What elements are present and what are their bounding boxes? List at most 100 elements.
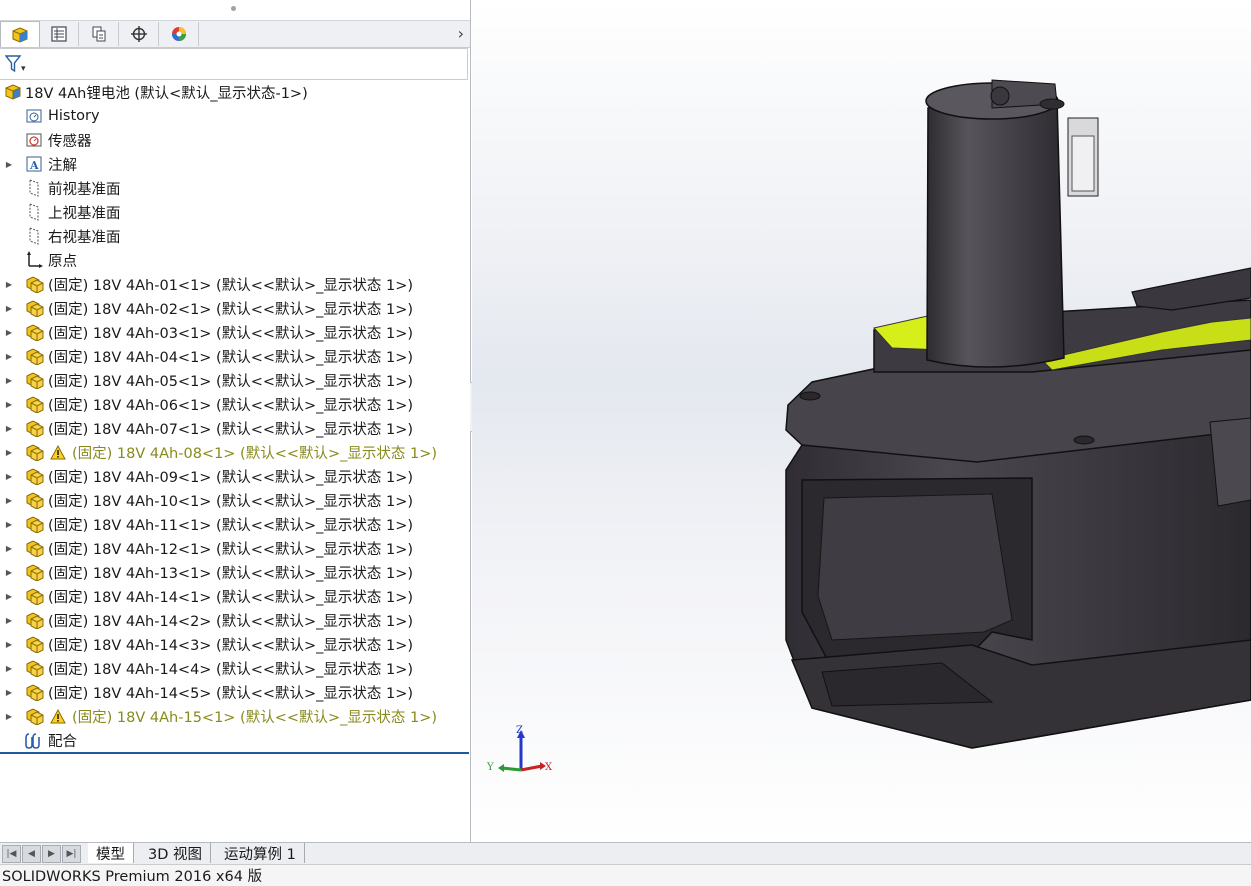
tree-item-label: (固定) 18V 4Ah-13<1> (默认<<默认>_显示状态 1>) — [48, 565, 414, 582]
sensor-icon — [24, 130, 44, 150]
tab-motion-study-1[interactable]: 运动算例 1 — [216, 843, 305, 863]
warning-icon — [48, 442, 68, 462]
last-tab-arrow-icon[interactable]: ▶| — [62, 845, 81, 863]
component-icon — [24, 322, 44, 342]
display-manager-tab[interactable] — [160, 22, 199, 46]
component-icon — [24, 706, 44, 726]
component-icon — [24, 298, 44, 318]
bottom-tab-strip: |◀ ◀ ▶ ▶| 模型 3D 视图 运动算例 1 — [0, 842, 1251, 864]
battery-3d-model[interactable] — [472, 0, 1251, 842]
triad-y-label: Y — [486, 762, 494, 773]
component-icon — [24, 634, 44, 654]
tree-item-label: 配合 — [48, 733, 77, 750]
tree-root-label: 18V 4Ah锂电池 (默认<默认_显示状态-1>) — [25, 85, 308, 102]
expand-arrow-icon[interactable]: ▶ — [5, 656, 13, 680]
expand-arrow-icon[interactable]: ▶ — [5, 296, 13, 320]
expand-arrow-icon[interactable]: ▶ — [5, 320, 13, 344]
tree-item-label: (固定) 18V 4Ah-02<1> (默认<<默认>_显示状态 1>) — [48, 301, 414, 318]
tree-item-label: (固定) 18V 4Ah-07<1> (默认<<默认>_显示状态 1>) — [48, 421, 414, 438]
tree-item-label: (固定) 18V 4Ah-08<1> (默认<<默认>_显示状态 1>) — [72, 445, 438, 462]
component-icon — [24, 418, 44, 438]
color-wheel-icon — [172, 27, 186, 41]
prev-tab-arrow-icon[interactable]: ◀ — [22, 845, 41, 863]
expand-arrow-icon[interactable]: ▶ — [5, 608, 13, 632]
tree-item-label: 注解 — [48, 157, 77, 174]
component-icon — [24, 442, 44, 462]
dimxpert-tab[interactable] — [120, 22, 159, 46]
expand-arrow-icon[interactable]: ▶ — [5, 344, 13, 368]
chevron-right-icon[interactable]: › — [458, 24, 464, 43]
tree-item-label: (固定) 18V 4Ah-14<1> (默认<<默认>_显示状态 1>) — [48, 589, 414, 606]
component-icon — [24, 514, 44, 534]
expand-arrow-icon[interactable]: ▶ — [5, 368, 13, 392]
expand-arrow-icon[interactable]: ▶ — [5, 464, 13, 488]
manager-tabs: › — [0, 20, 470, 48]
component-icon — [24, 658, 44, 678]
expand-arrow-icon[interactable]: ▶ — [5, 536, 13, 560]
tree-item-label: (固定) 18V 4Ah-11<1> (默认<<默认>_显示状态 1>) — [48, 517, 414, 534]
tree-item-label: (固定) 18V 4Ah-14<5> (默认<<默认>_显示状态 1>) — [48, 685, 414, 702]
tree-rollback-bar[interactable] — [0, 752, 469, 754]
crosshair-icon — [131, 26, 147, 42]
component-icon — [24, 370, 44, 390]
expand-arrow-icon[interactable]: ▶ — [5, 584, 13, 608]
status-bar: SOLIDWORKS Premium 2016 x64 版 — [0, 864, 1251, 886]
status-bar-text: SOLIDWORKS Premium 2016 x64 版 — [2, 869, 263, 885]
plane-icon — [24, 178, 44, 198]
tree-item-label: 原点 — [48, 253, 77, 270]
expand-arrow-icon[interactable]: ▶ — [5, 392, 13, 416]
tree-item-label: (固定) 18V 4Ah-06<1> (默认<<默认>_显示状态 1>) — [48, 397, 414, 414]
tree-item-label: (固定) 18V 4Ah-05<1> (默认<<默认>_显示状态 1>) — [48, 373, 414, 390]
tree-item-label: (固定) 18V 4Ah-14<3> (默认<<默认>_显示状态 1>) — [48, 637, 414, 654]
tab-model[interactable]: 模型 — [88, 843, 134, 863]
part-cube-icon — [12, 26, 28, 43]
graphics-viewport[interactable]: Z X Y — [472, 0, 1251, 842]
expand-arrow-icon[interactable]: ▶ — [5, 272, 13, 296]
expand-arrow-icon[interactable]: ▶ — [5, 704, 13, 728]
plane-icon — [24, 226, 44, 246]
mate-icon — [24, 730, 44, 750]
tab-3d-views[interactable]: 3D 视图 — [140, 843, 211, 863]
component-icon — [24, 466, 44, 486]
component-icon — [24, 682, 44, 702]
tree-item-label: History — [48, 108, 100, 124]
expand-arrow-icon[interactable]: ▶ — [5, 440, 13, 464]
origin-icon — [24, 250, 44, 270]
tree-item-label: (固定) 18V 4Ah-04<1> (默认<<默认>_显示状态 1>) — [48, 349, 414, 366]
property-list-icon — [51, 26, 67, 42]
component-icon — [24, 274, 44, 294]
expand-arrow-icon[interactable]: ▶ — [5, 680, 13, 704]
component-icon — [24, 394, 44, 414]
warning-icon — [48, 706, 68, 726]
expand-arrow-icon[interactable]: ▶ — [5, 632, 13, 656]
component-icon — [24, 346, 44, 366]
propertymanager-tab[interactable] — [40, 22, 79, 46]
first-tab-arrow-icon[interactable]: |◀ — [2, 845, 21, 863]
triad-x-label: X — [545, 762, 553, 773]
component-icon — [24, 610, 44, 630]
featuremanager-tab[interactable] — [0, 21, 40, 47]
tree-item-label: 前视基准面 — [48, 181, 121, 198]
component-icon — [24, 490, 44, 510]
configurationmanager-tab[interactable] — [80, 22, 119, 46]
expand-arrow-icon[interactable]: ▶ — [5, 560, 13, 584]
feature-filter-bar[interactable]: ▾ — [0, 48, 468, 80]
expand-arrow-icon[interactable]: ▶ — [5, 416, 13, 440]
tree-item-label: (固定) 18V 4Ah-10<1> (默认<<默认>_显示状态 1>) — [48, 493, 414, 510]
history-icon — [24, 106, 44, 126]
tree-item-label: 上视基准面 — [48, 205, 121, 222]
assembly-icon — [3, 82, 23, 102]
next-tab-arrow-icon[interactable]: ▶ — [42, 845, 61, 863]
expand-arrow-icon[interactable]: ▶ — [5, 152, 13, 176]
tree-item-label: (固定) 18V 4Ah-09<1> (默认<<默认>_显示状态 1>) — [48, 469, 414, 486]
tree-item-label: (固定) 18V 4Ah-03<1> (默认<<默认>_显示状态 1>) — [48, 325, 414, 342]
expand-arrow-icon[interactable]: ▶ — [5, 512, 13, 536]
expand-arrow-icon[interactable]: ▶ — [5, 488, 13, 512]
tree-item-label: (固定) 18V 4Ah-14<4> (默认<<默认>_显示状态 1>) — [48, 661, 414, 678]
svg-text:A: A — [29, 159, 39, 172]
configuration-icon — [92, 26, 106, 42]
svg-text:▾: ▾ — [21, 64, 26, 73]
panel-grip-handle[interactable] — [231, 6, 236, 11]
tree-item-label: (固定) 18V 4Ah-15<1> (默认<<默认>_显示状态 1>) — [72, 709, 438, 726]
filter-icon[interactable]: ▾ — [4, 55, 27, 77]
